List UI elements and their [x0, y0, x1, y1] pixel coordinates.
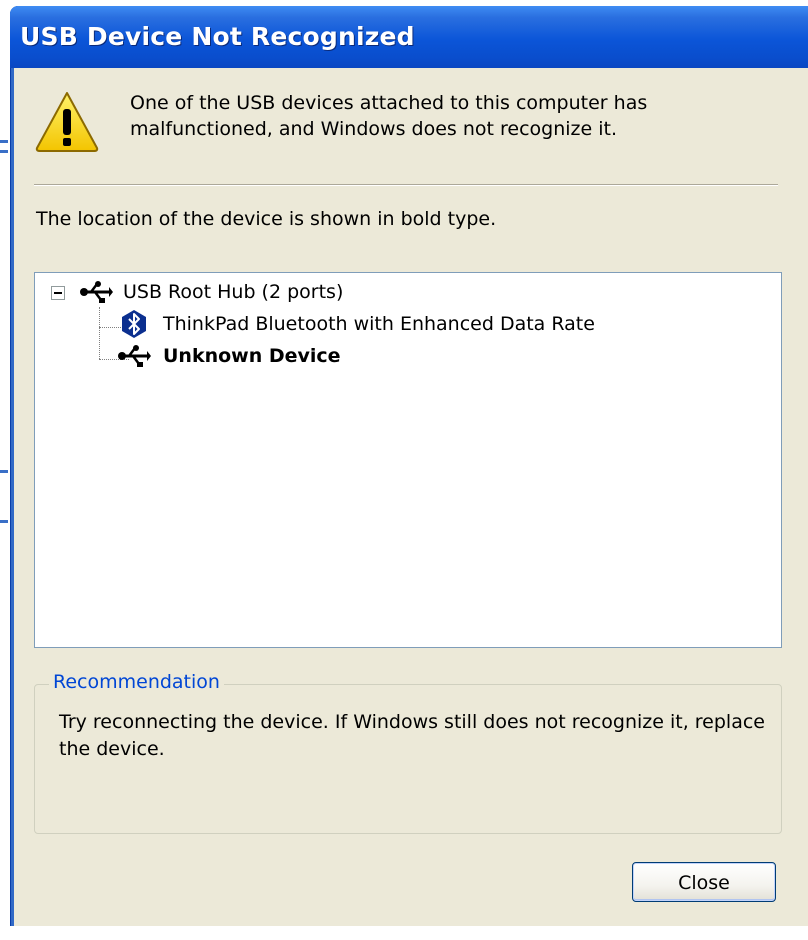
- title-bar[interactable]: USB Device Not Recognized: [10, 6, 808, 68]
- error-message-line-2: malfunctioned, and Windows does not reco…: [130, 118, 617, 140]
- close-button[interactable]: Close: [632, 862, 776, 902]
- tree-item-usb-root-hub[interactable]: USB Root Hub (2 ports): [79, 278, 343, 306]
- error-message-line-1: One of the USB devices attached to this …: [130, 92, 648, 114]
- tree-item-bluetooth-device[interactable]: ThinkPad Bluetooth with Enhanced Data Ra…: [117, 310, 595, 338]
- location-instruction: The location of the device is shown in b…: [36, 208, 497, 230]
- tree-connector: [99, 307, 100, 359]
- background-mark: [0, 140, 8, 143]
- device-tree[interactable]: USB Root Hub (2 ports) ThinkPad Bluetoot…: [34, 272, 782, 648]
- recommendation-group: Recommendation Try reconnecting the devi…: [34, 671, 782, 834]
- tree-item-label: ThinkPad Bluetooth with Enhanced Data Ra…: [163, 313, 595, 335]
- error-message: One of the USB devices attached to this …: [130, 90, 730, 142]
- tree-item-unknown-device[interactable]: Unknown Device: [117, 342, 341, 370]
- recommendation-text: Try reconnecting the device. If Windows …: [59, 709, 771, 763]
- dialog-client-area: One of the USB devices attached to this …: [14, 68, 808, 926]
- recommendation-line-1: Try reconnecting the device. If Windows …: [59, 711, 765, 733]
- background-window-bottom: [0, 926, 808, 940]
- background-mark: [0, 150, 8, 153]
- background-mark: [0, 470, 8, 473]
- usb-icon: [80, 281, 113, 303]
- warning-icon: [35, 92, 99, 152]
- usb-dialog-window: USB Device Not Recognized One of the USB…: [10, 6, 808, 930]
- tree-item-label: USB Root Hub (2 ports): [123, 281, 344, 303]
- bluetooth-icon: [122, 310, 146, 338]
- window-title: USB Device Not Recognized: [20, 22, 415, 51]
- usb-icon: [118, 345, 151, 367]
- separator: [34, 184, 778, 186]
- recommendation-title: Recommendation: [49, 671, 224, 693]
- tree-item-label: Unknown Device: [163, 345, 341, 367]
- recommendation-line-2: the device.: [59, 738, 165, 760]
- collapse-toggle[interactable]: [51, 286, 65, 300]
- background-mark: [0, 520, 8, 523]
